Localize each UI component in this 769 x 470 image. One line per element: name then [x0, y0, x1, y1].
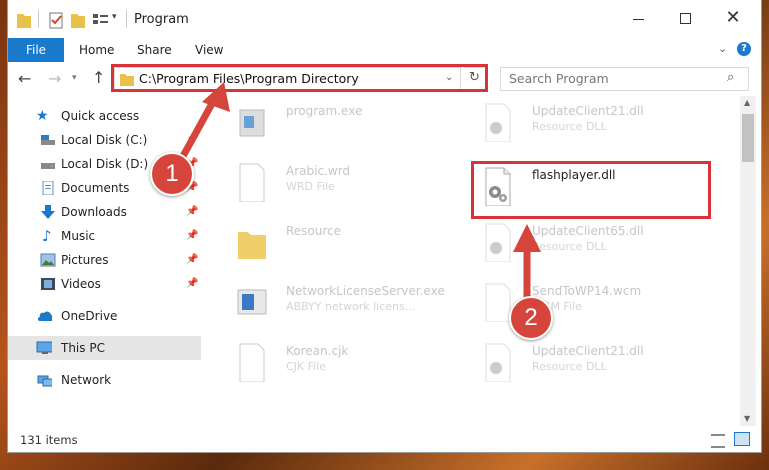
arrow-to-file [513, 224, 541, 302]
step-1-badge: 1 [150, 152, 194, 196]
step-2-badge: 2 [509, 296, 553, 340]
annotation-arrows [178, 82, 541, 302]
arrow-to-address [178, 82, 230, 162]
